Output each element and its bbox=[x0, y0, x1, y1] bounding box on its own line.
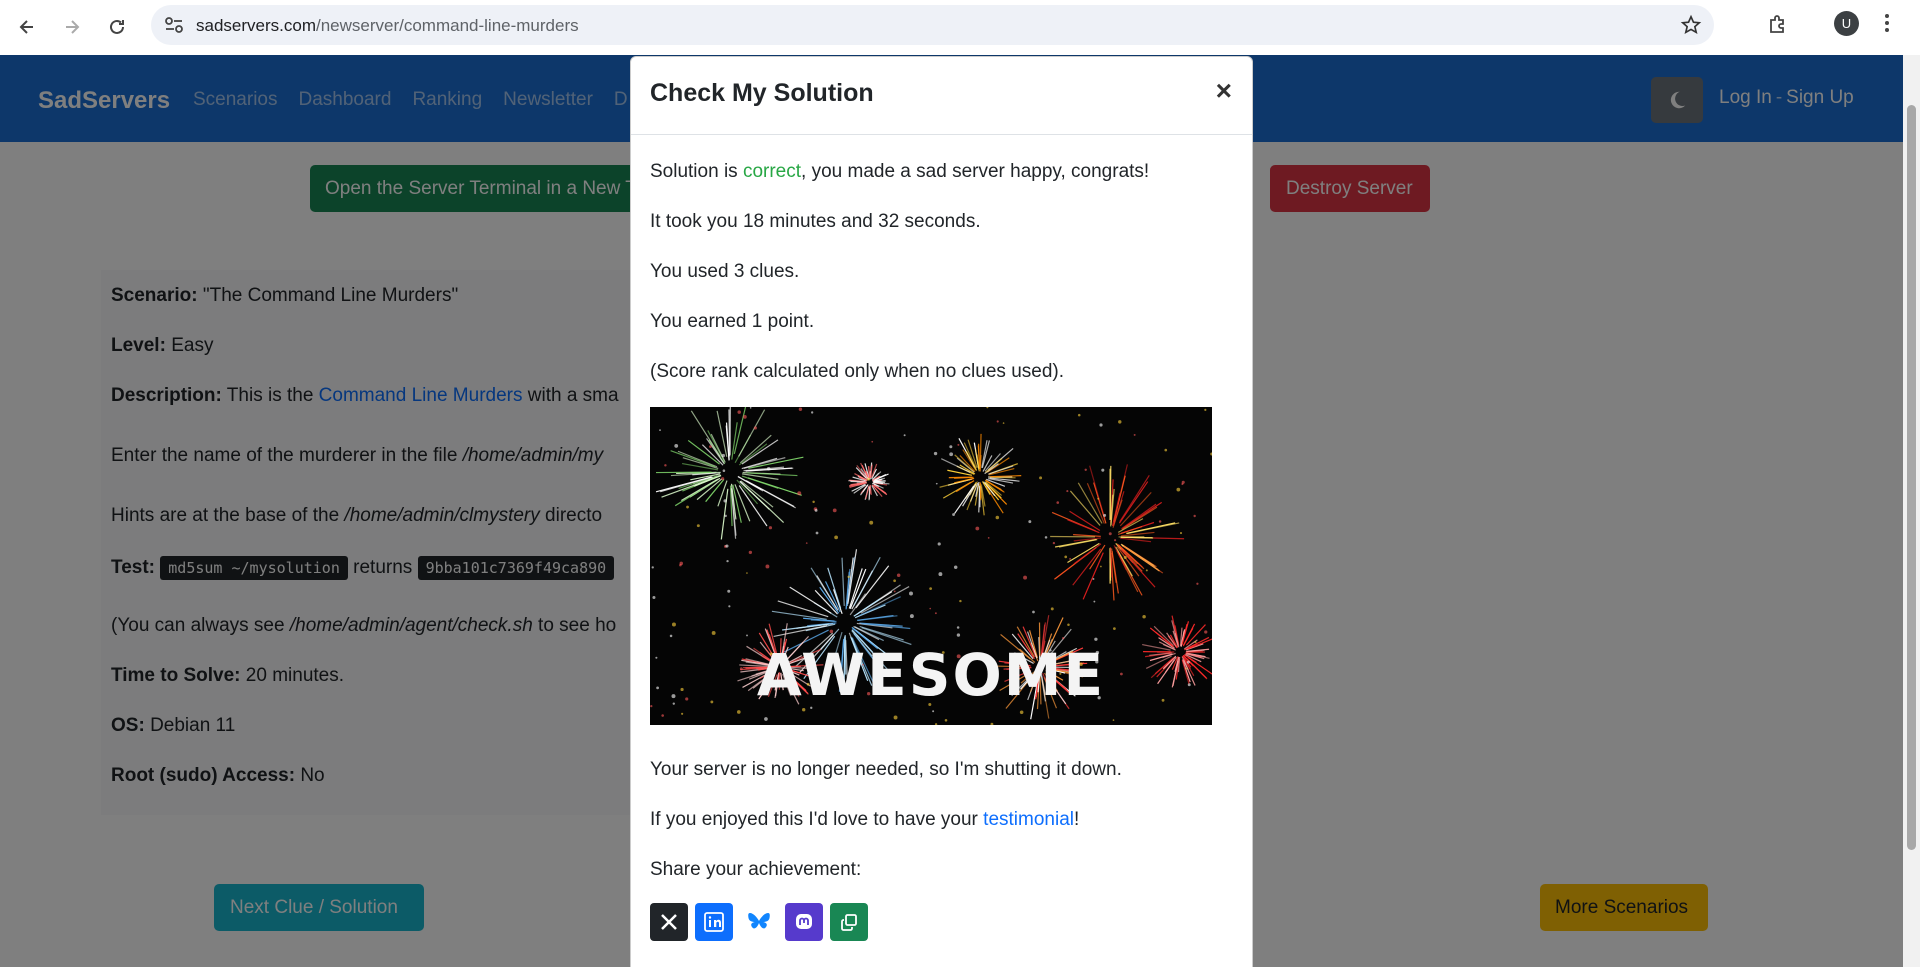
share-label: Share your achievement: bbox=[650, 859, 862, 880]
points-earned: You earned 1 point. bbox=[650, 311, 815, 332]
rank-note: (Score rank calculated only when no clue… bbox=[650, 361, 1065, 382]
modal-title: Check My Solution bbox=[650, 79, 874, 107]
testimonial-link[interactable]: testimonial bbox=[983, 809, 1074, 830]
extensions-icon[interactable] bbox=[1766, 12, 1790, 41]
scrollbar-thumb[interactable] bbox=[1907, 105, 1916, 850]
bookmark-star-icon[interactable] bbox=[1680, 14, 1702, 41]
fireworks-image: AWESOME bbox=[650, 407, 1212, 725]
share-x-button[interactable] bbox=[650, 903, 688, 941]
x-icon bbox=[661, 914, 677, 930]
awesome-text: AWESOME bbox=[756, 641, 1106, 709]
check-solution-modal: Check My Solution × Solution is correct,… bbox=[630, 56, 1253, 967]
browser-toolbar: sadservers.com/newserver/command-line-mu… bbox=[0, 0, 1920, 55]
forward-icon[interactable] bbox=[57, 12, 87, 42]
profile-avatar[interactable]: U bbox=[1834, 11, 1859, 36]
share-bluesky-button[interactable] bbox=[740, 903, 778, 941]
browser-menu-icon[interactable] bbox=[1883, 12, 1891, 39]
page-scrollbar[interactable] bbox=[1903, 55, 1920, 967]
testimonial-line: If you enjoyed this I'd love to have you… bbox=[650, 809, 1080, 830]
share-mastodon-button[interactable] bbox=[785, 903, 823, 941]
address-bar[interactable]: sadservers.com/newserver/command-line-mu… bbox=[151, 5, 1714, 45]
correct-label: correct bbox=[742, 161, 802, 182]
bluesky-icon bbox=[748, 913, 770, 929]
site-info-icon[interactable] bbox=[164, 16, 184, 39]
share-buttons bbox=[650, 903, 868, 941]
modal-header: Check My Solution × bbox=[631, 57, 1252, 135]
share-linkedin-button[interactable] bbox=[695, 903, 733, 941]
shutdown-notice: Your server is no longer needed, so I'm … bbox=[650, 759, 1122, 780]
page: SadServers Scenarios Dashboard Ranking N… bbox=[0, 55, 1903, 967]
mastodon-icon bbox=[796, 914, 812, 929]
close-icon[interactable]: × bbox=[1216, 75, 1232, 107]
linkedin-icon bbox=[704, 912, 724, 932]
clues-used: You used 3 clues. bbox=[650, 261, 800, 282]
copy-icon bbox=[841, 914, 857, 931]
solution-status: Solution is correct, you made a sad serv… bbox=[650, 161, 1150, 182]
share-copy-button[interactable] bbox=[830, 903, 868, 941]
reload-icon[interactable] bbox=[102, 12, 132, 42]
back-icon[interactable] bbox=[12, 12, 42, 42]
url-text[interactable]: sadservers.com/newserver/command-line-mu… bbox=[196, 16, 579, 36]
time-taken: It took you 18 minutes and 32 seconds. bbox=[650, 211, 981, 232]
